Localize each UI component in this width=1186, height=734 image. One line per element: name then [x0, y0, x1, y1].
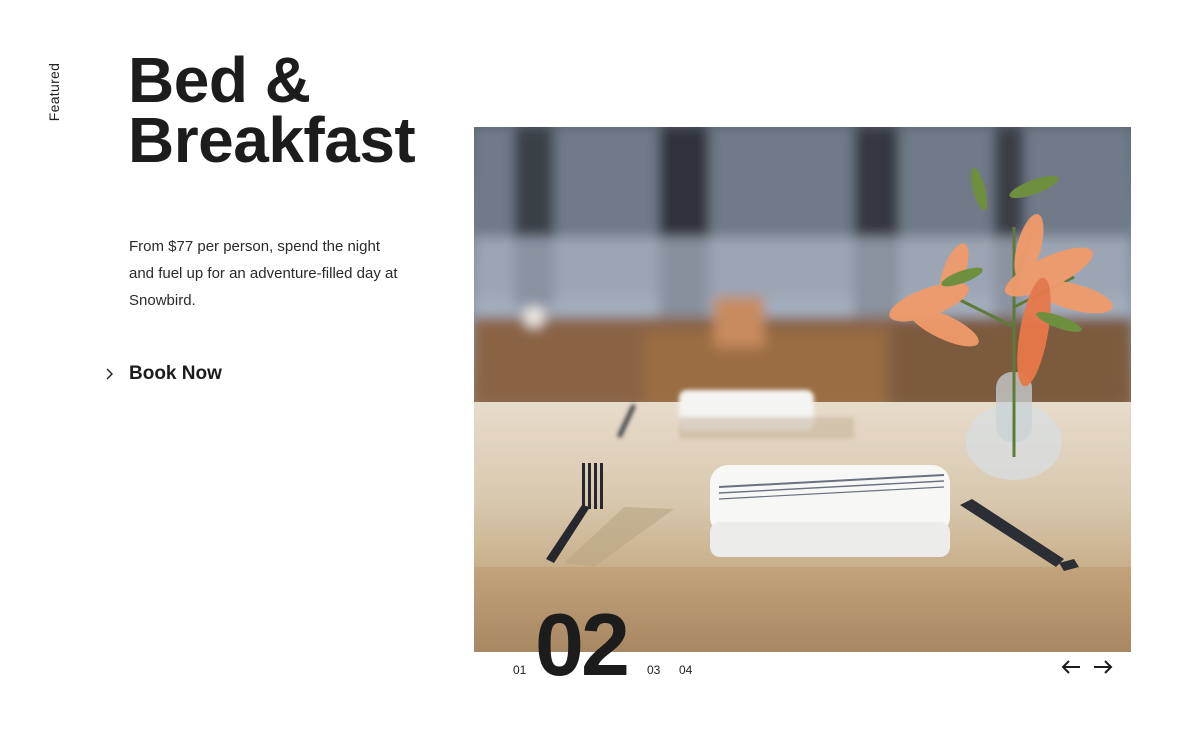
slide-number-3[interactable]: 03 [647, 663, 660, 677]
featured-photo [474, 127, 1131, 652]
previous-slide-button[interactable] [1058, 656, 1084, 682]
title-line-2: Breakfast [128, 104, 416, 176]
current-slide-number: 02 [535, 595, 630, 694]
book-now-label: Book Now [129, 363, 222, 384]
slide-pager: 01 02 03 04 [480, 595, 740, 694]
book-now-link[interactable]: Book Now [104, 361, 222, 387]
page-title: Bed & Breakfast [128, 44, 416, 176]
slide-number-4[interactable]: 04 [679, 663, 692, 677]
chevron-right-icon [104, 364, 128, 384]
title-line-1: Bed & [128, 44, 311, 116]
arrow-right-icon [1093, 659, 1113, 679]
next-slide-button[interactable] [1090, 656, 1116, 682]
slide-arrows [1058, 656, 1118, 682]
description: From $77 per person, spend the night and… [129, 238, 398, 309]
arrow-left-icon [1061, 659, 1081, 679]
featured-label: Featured [46, 62, 62, 122]
featured-label-container: Featured [34, 62, 74, 122]
slide-number-1[interactable]: 01 [513, 663, 526, 677]
